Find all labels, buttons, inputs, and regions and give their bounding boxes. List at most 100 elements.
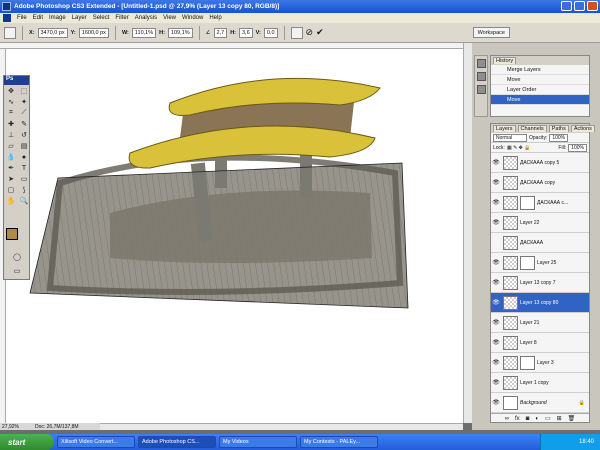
menu-view[interactable]: View xyxy=(163,15,176,21)
vertical-scrollbar[interactable] xyxy=(463,43,472,423)
layer-row[interactable]: ДАСКААА xyxy=(491,233,589,253)
zoom-tool-icon[interactable]: 🔍 xyxy=(18,196,30,206)
document-canvas[interactable] xyxy=(0,43,463,423)
blend-mode-select[interactable]: Normal xyxy=(493,133,527,142)
visibility-eye-icon[interactable]: 👁 xyxy=(491,279,501,286)
layer-row[interactable]: 👁 Background 🔒 xyxy=(491,393,589,413)
visibility-eye-icon[interactable]: 👁 xyxy=(491,339,501,346)
dodge-tool-icon[interactable]: ● xyxy=(18,152,30,162)
link-layers-icon[interactable]: ∞ xyxy=(505,416,509,422)
layer-mask-thumbnail[interactable] xyxy=(520,355,535,370)
maximize-button[interactable] xyxy=(574,1,585,11)
angle-input[interactable]: 2,7 xyxy=(213,27,228,38)
adjustment-layer-icon[interactable]: ◐ xyxy=(535,416,539,422)
magic-wand-icon[interactable]: ✦ xyxy=(18,97,30,107)
tab-paths[interactable]: Paths xyxy=(548,125,569,132)
x-input[interactable]: 3470,0 px xyxy=(37,27,68,38)
visibility-eye-icon[interactable]: 👁 xyxy=(491,179,501,186)
fill-input[interactable]: 100% xyxy=(568,143,587,152)
visibility-eye-icon[interactable]: 👁 xyxy=(491,299,501,306)
layer-row[interactable]: 👁 Layer 25 xyxy=(491,253,589,273)
document-icon[interactable] xyxy=(3,14,11,22)
brushes-icon[interactable] xyxy=(476,85,486,94)
menu-select[interactable]: Select xyxy=(93,15,110,21)
layer-row[interactable]: 👁 Layer 8 xyxy=(491,333,589,353)
y-input[interactable]: 1600,0 px xyxy=(78,27,109,38)
layer-mask-thumbnail[interactable] xyxy=(520,255,535,270)
visibility-eye-icon[interactable]: 👁 xyxy=(491,159,501,166)
info-icon[interactable] xyxy=(476,72,486,81)
marquee-tool-icon[interactable]: ⬚ xyxy=(18,86,30,96)
warp-icon[interactable] xyxy=(290,26,303,39)
brush-tool-icon[interactable]: ✎ xyxy=(18,119,30,129)
visibility-eye-icon[interactable]: 👁 xyxy=(491,359,501,366)
transform-tool-icon[interactable] xyxy=(4,26,16,39)
skew-v-input[interactable]: 0,0 xyxy=(263,27,278,38)
layer-row[interactable]: 👁 Layer 1 copy xyxy=(491,373,589,393)
cancel-transform-icon[interactable]: ⊘ xyxy=(306,27,314,38)
menu-analysis[interactable]: Analysis xyxy=(135,15,157,21)
layer-row[interactable]: 👁 Layer 3 xyxy=(491,353,589,373)
layer-row[interactable]: 👁 ДАСКААА copy xyxy=(491,173,589,193)
layer-mask-thumbnail[interactable] xyxy=(520,195,535,210)
layer-row-selected[interactable]: 👁 Layer 13 copy 80 xyxy=(491,293,589,313)
lasso-tool-icon[interactable]: ∿ xyxy=(5,97,17,107)
layer-row[interactable]: 👁 Layer 22 xyxy=(491,213,589,233)
workspace-button[interactable]: Workspace xyxy=(472,27,510,38)
pen-tool-icon[interactable]: ✒ xyxy=(5,163,17,173)
delete-layer-icon[interactable]: 🗑 xyxy=(568,415,576,422)
visibility-eye-icon[interactable]: 👁 xyxy=(491,319,501,326)
layer-row[interactable]: 👁 ДАСКААА c... xyxy=(491,193,589,213)
visibility-eye-icon[interactable]: 👁 xyxy=(491,379,501,386)
blur-tool-icon[interactable]: 💧 xyxy=(5,152,17,162)
eyedropper-tool-icon[interactable]: ⟆ xyxy=(18,185,30,195)
gradient-tool-icon[interactable]: ▤ xyxy=(18,141,30,151)
crop-tool-icon[interactable]: ⌗ xyxy=(5,108,17,118)
layer-row[interactable]: 👁 ДАСКААА copy 5 xyxy=(491,153,589,173)
notes-tool-icon[interactable]: ▢ xyxy=(5,185,17,195)
slice-tool-icon[interactable]: ⟋ xyxy=(18,108,30,118)
hand-tool-icon[interactable]: ✋ xyxy=(5,196,17,206)
history-item[interactable]: Move xyxy=(491,75,589,85)
menu-filter[interactable]: Filter xyxy=(115,15,128,21)
new-layer-icon[interactable]: ⊞ xyxy=(557,415,562,422)
add-mask-icon[interactable]: ◙ xyxy=(526,416,530,422)
menu-file[interactable]: File xyxy=(17,15,27,21)
visibility-eye-icon[interactable]: 👁 xyxy=(491,199,501,206)
layer-row[interactable]: 👁 Layer 13 copy 7 xyxy=(491,273,589,293)
visibility-eye-icon[interactable]: 👁 xyxy=(491,399,501,406)
visibility-eye-icon[interactable]: 👁 xyxy=(491,259,501,266)
tab-actions[interactable]: Actions xyxy=(570,125,595,132)
history-brush-icon[interactable]: ↺ xyxy=(18,130,30,140)
tab-channels[interactable]: Channels xyxy=(517,125,547,132)
history-item-active[interactable]: Move xyxy=(491,95,589,105)
close-button[interactable] xyxy=(587,1,598,11)
foreground-color-swatch[interactable] xyxy=(6,228,18,240)
lock-icons[interactable]: ▦ ✎ ✥ 🔒 xyxy=(507,145,531,151)
layer-row[interactable]: 👁 Layer 21 xyxy=(491,313,589,333)
skew-h-input[interactable]: 3,6 xyxy=(239,27,253,38)
navigator-icon[interactable] xyxy=(476,59,486,68)
taskbar-item-xilisoft[interactable]: Xilisoft Video Convert... xyxy=(57,436,135,448)
path-selection-icon[interactable]: ➤ xyxy=(5,174,17,184)
new-group-icon[interactable]: ▭ xyxy=(545,415,551,422)
menu-image[interactable]: Image xyxy=(49,15,66,21)
tab-history[interactable]: History xyxy=(493,57,517,64)
healing-brush-icon[interactable]: ✚ xyxy=(5,119,17,129)
clone-stamp-icon[interactable]: ⊥ xyxy=(5,130,17,140)
quick-mask-icon[interactable]: ◯ xyxy=(11,252,23,262)
visibility-eye-icon[interactable]: 👁 xyxy=(491,219,501,226)
screen-mode-icon[interactable]: ▭ xyxy=(11,266,23,276)
history-item[interactable]: Layer Order xyxy=(491,85,589,95)
taskbar-item-contests[interactable]: My Contests - PALEy... xyxy=(300,436,378,448)
history-item[interactable]: Merge Layers xyxy=(491,65,589,75)
minimize-button[interactable] xyxy=(561,1,572,11)
move-tool-icon[interactable]: ✥ xyxy=(5,86,17,96)
shape-tool-icon[interactable]: ▭ xyxy=(18,174,30,184)
taskbar-item-photoshop[interactable]: Adobe Photoshop CS... xyxy=(138,436,216,448)
zoom-level[interactable]: 27,92% xyxy=(2,424,19,430)
menu-layer[interactable]: Layer xyxy=(72,15,87,21)
opacity-input[interactable]: 100% xyxy=(549,133,569,142)
tab-layers[interactable]: Layers xyxy=(493,125,516,132)
eraser-tool-icon[interactable]: ▱ xyxy=(5,141,17,151)
